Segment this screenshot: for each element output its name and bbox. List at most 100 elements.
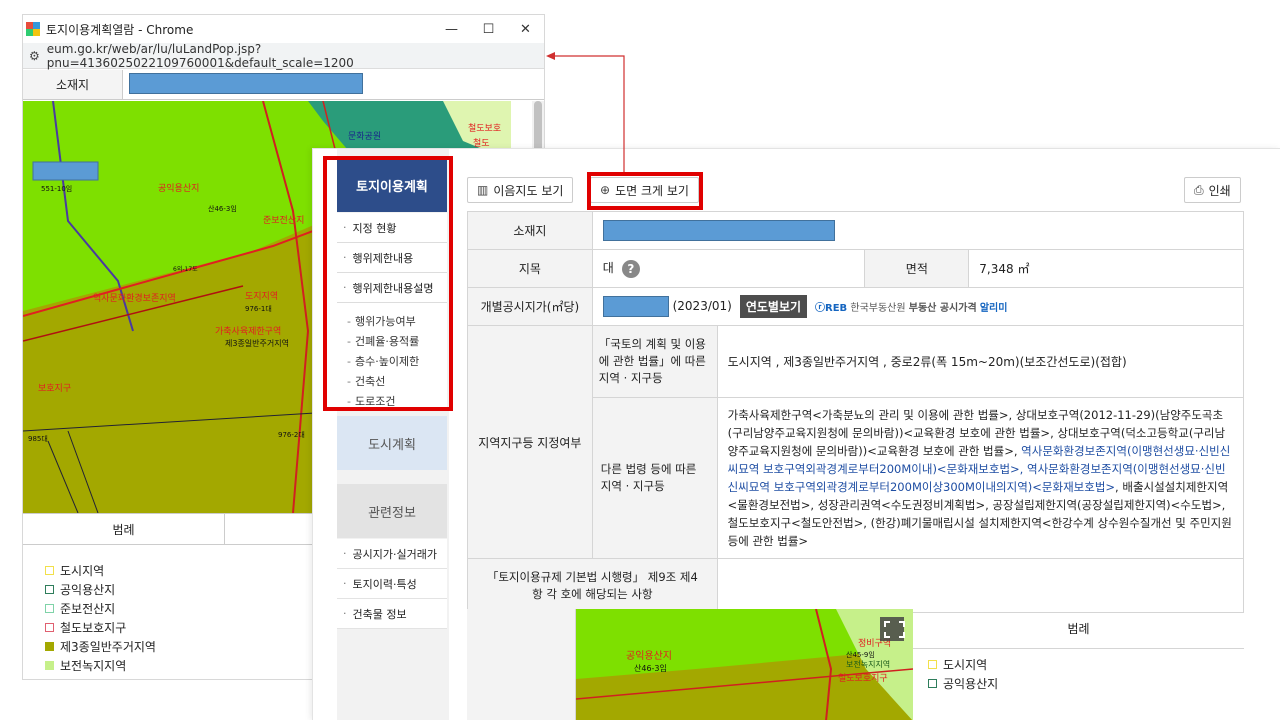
jimok-cell: 대?: [591, 249, 866, 288]
map-label: 준보전산지: [263, 215, 304, 226]
legend-item: 공익용산지: [928, 674, 998, 693]
jimok-value: 대: [602, 261, 614, 276]
land-info-table: 소재지 지목 대? 면적 7,348 ㎡ 개별공시지가(㎡당) (2023/01…: [467, 211, 1245, 613]
map-icon: ▥: [477, 183, 489, 197]
window-title: 토지이용계획열람 - Chrome: [46, 22, 194, 37]
map-label: 역사문화환경보존지역: [93, 292, 176, 304]
related-link-price[interactable]: 공시지가·실거래가: [337, 539, 447, 569]
legend-swatch: [45, 623, 54, 632]
popup-legend-list: 도시지역 공익용산지 준보전산지 철도보호지구 제3종일반주거지역 보전녹지지역: [45, 561, 156, 675]
table-row: 지역지구등 지정여부 「국토의 계획 및 이용에 관한 법률」에 따른 지역 ·…: [467, 325, 1245, 559]
map-label: 산46-3임: [208, 204, 237, 213]
zone-label: 지역지구등 지정여부: [467, 325, 593, 559]
city-plan-button[interactable]: 도시계획: [337, 416, 447, 470]
related-link-building[interactable]: 건축물 정보: [337, 599, 447, 629]
yearly-view-button[interactable]: 연도별보기: [739, 295, 808, 318]
maximize-button[interactable]: ☐: [470, 22, 507, 37]
decree-value: [716, 558, 1245, 613]
law2-value: 가축사육제한구역<가축분뇨의 관리 및 이용에 관한 법률>, 상대보호구역(2…: [716, 397, 1245, 559]
legend-item: 준보전산지: [45, 599, 156, 618]
bottom-map-label: 보전녹지지역: [846, 659, 890, 669]
map-label: 551-10임: [41, 185, 72, 193]
close-button[interactable]: ✕: [507, 22, 544, 37]
legend-label: 보전녹지지역: [60, 659, 127, 673]
legend-item: 보전녹지지역: [45, 656, 156, 675]
bottom-map-label: 철도보호지구: [838, 673, 888, 684]
law2-label: 다른 법령 등에 따른 지역 · 지구등: [591, 397, 718, 559]
table-row: 개별공시지가(㎡당) (2023/01) 연도별보기 ⓡREB 한국부동산원 부동산…: [467, 287, 1245, 326]
bottom-map-label: 공익용산지: [626, 650, 672, 662]
table-row: 지목 대? 면적 7,348 ㎡: [467, 249, 1244, 288]
area-value: 7,348 ㎡: [968, 249, 1244, 288]
related-links: 공시지가·실거래가 토지이력·특성 건축물 정보: [337, 539, 447, 629]
map-label: 가축사육제한구역: [215, 326, 281, 337]
main-content: ▥ 이음지도 보기 ⊕ 도면 크게 보기 ⎙ 인쇄 소재지 지목 대? 면적 7…: [467, 149, 1247, 720]
reb-text: 한국부동산원: [850, 303, 906, 314]
price-cell: (2023/01) 연도별보기 ⓡREB 한국부동산원 부동산 공시가격 알리미: [591, 287, 1245, 326]
map-label: 보호지구: [38, 383, 71, 394]
map-label: 도지지역: [245, 291, 278, 302]
popup-location-label: 소재지: [23, 70, 123, 99]
location-label: 소재지: [467, 211, 593, 250]
legend-swatch: [45, 661, 54, 670]
legend-label: 철도보호지구: [60, 621, 127, 635]
redacted-address: [129, 73, 363, 94]
redacted-price: [602, 296, 669, 317]
bottom-map-label: 산45-9임: [846, 650, 875, 659]
map-label: 제3종일반주거지역: [225, 338, 289, 348]
map-label: 문화공원: [348, 131, 381, 142]
decree-label: 「토지이용규제 기본법 시행령」 제9조 제4항 각 호에 해당되는 사항: [467, 558, 718, 613]
reb-app: 알리미: [979, 303, 1008, 314]
minimize-button[interactable]: —: [433, 22, 470, 37]
legend-item: 제3종일반주거지역: [45, 637, 156, 656]
related-info-button[interactable]: 관련정보: [337, 484, 447, 538]
popup-location-row: 소재지: [23, 70, 544, 100]
legend-label: 도시지역: [60, 564, 105, 578]
app-icon: [26, 22, 40, 36]
bottom-legend-list: 도시지역 공익용산지: [928, 655, 998, 693]
sidebar-highlight-box: [323, 156, 453, 411]
popup-legend-title: 범례: [23, 514, 225, 544]
legend-item: 철도보호지구: [45, 618, 156, 637]
jimok-label: 지목: [467, 249, 593, 288]
legend-swatch: [45, 642, 54, 651]
legend-item: 도시지역: [45, 561, 156, 580]
bottom-legend-header: 범례: [913, 609, 1244, 649]
bottom-map-label: 산46-3임: [634, 663, 667, 673]
legend-item: 공익용산지: [45, 580, 156, 599]
reb-mark-icon: ⓡREB: [815, 303, 848, 314]
reb-logo[interactable]: ⓡREB 한국부동산원 부동산 공시가격 알리미: [815, 299, 1007, 314]
law1-value: 도시지역 , 제3종일반주거지역 , 중로2류(폭 15m~20m)(보조간선도…: [716, 325, 1245, 398]
legend-label: 제3종일반주거지역: [60, 640, 156, 654]
annotation-arrow-head: [546, 52, 555, 60]
legend-label: 도시지역: [943, 658, 988, 672]
help-icon[interactable]: ?: [621, 259, 640, 278]
legend-swatch: [45, 585, 54, 594]
enlarge-highlight-box: [587, 172, 703, 210]
reb-sub: 부동산 공시가격: [908, 303, 977, 314]
legend-swatch: [45, 604, 54, 613]
url-text[interactable]: eum.go.kr/web/ar/lu/luLandPop.jsp?pnu=41…: [47, 42, 544, 70]
legend-swatch: [928, 679, 937, 688]
price-year: (2023/01): [672, 299, 732, 313]
site-settings-icon[interactable]: ⚙: [29, 49, 40, 63]
table-row: 소재지: [467, 211, 1245, 250]
map-label: 철도보호: [468, 123, 501, 134]
map-label: 공익용산지: [158, 182, 199, 194]
map-label: 976-2대: [278, 431, 305, 439]
bottom-label-cell: [467, 609, 576, 720]
table-row: 「토지이용규제 기본법 시행령」 제9조 제4항 각 호에 해당되는 사항: [467, 558, 1245, 613]
redacted-address: [602, 220, 835, 241]
address-bar[interactable]: ⚙ eum.go.kr/web/ar/lu/luLandPop.jsp?pnu=…: [23, 42, 544, 70]
title-bar: 토지이용계획열람 - Chrome — ☐ ✕: [23, 15, 544, 43]
map-view-button[interactable]: ▥ 이음지도 보기: [467, 177, 574, 203]
location-value: [591, 211, 1245, 250]
print-icon: ⎙: [1194, 182, 1204, 197]
legend-swatch: [45, 566, 54, 575]
legend-swatch: [928, 660, 937, 669]
bottom-map[interactable]: 공익용산지 산46-3임 정비구역 산45-9임 보전녹지지역 철도보호지구: [576, 609, 913, 720]
print-button[interactable]: ⎙ 인쇄: [1184, 177, 1241, 203]
related-link-history[interactable]: 토지이력·특성: [337, 569, 447, 599]
map-view-label: 이음지도 보기: [493, 183, 564, 198]
map-label: 6외-17도: [173, 266, 198, 273]
